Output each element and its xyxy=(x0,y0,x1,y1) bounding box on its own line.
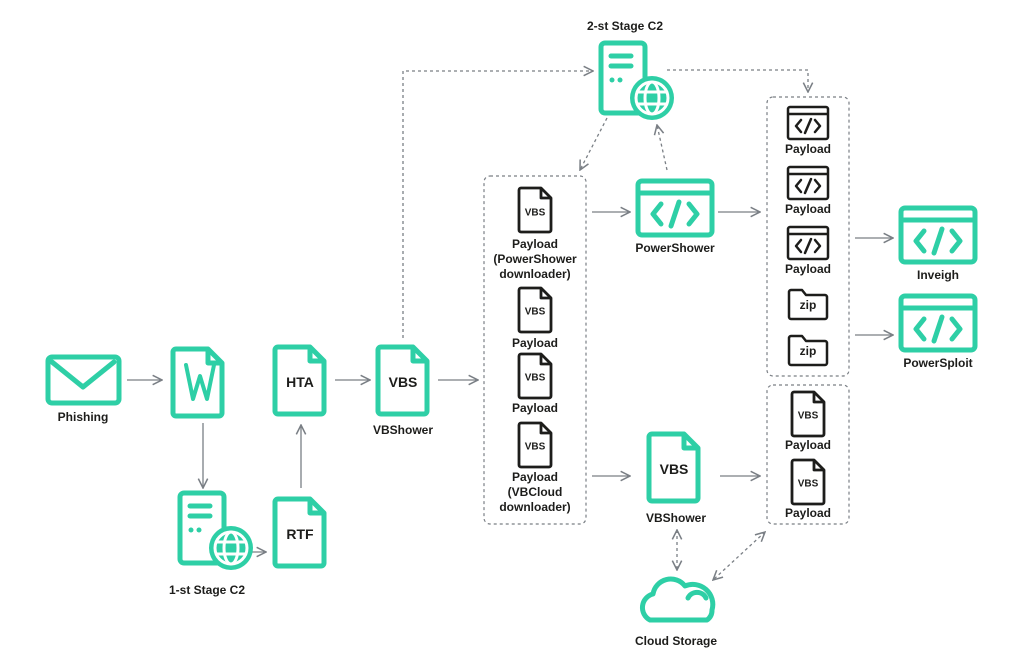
payload-line: Payload xyxy=(511,237,559,251)
vbs-file-label: VBS xyxy=(524,441,546,453)
vbs-file-label: VBS xyxy=(524,306,546,318)
cloud-icon-detail xyxy=(685,589,709,601)
vbshower-cloud-inner: VBS xyxy=(659,461,689,477)
dashed-cloud-payloads xyxy=(713,532,765,580)
dashed-vbs-to-c2 xyxy=(402,71,593,338)
payload-label: Payload xyxy=(784,142,832,156)
dashed-c2-to-payloads xyxy=(667,69,808,92)
payload-line: Payload xyxy=(511,470,559,484)
dashed-c2-to-vbs-group xyxy=(580,117,608,170)
vbs-file-label: VBS xyxy=(797,410,819,422)
payload-line: downloader) xyxy=(499,500,571,514)
code-payload-icon xyxy=(786,105,830,141)
payload-line: downloader) xyxy=(499,267,571,281)
zip-label: zip xyxy=(799,344,817,358)
payload-label: Payload xyxy=(511,401,559,415)
vbs-file-label: VBS xyxy=(524,372,546,384)
powersploit-code-window-icon xyxy=(901,296,975,350)
powersploit-label: PowerSploit xyxy=(903,356,973,370)
zip-label: zip xyxy=(799,298,817,312)
c2-first-label: 1-st Stage C2 xyxy=(168,583,246,597)
server-globe-icon xyxy=(601,43,674,120)
vbs-file-label: VBS xyxy=(524,207,546,219)
powershower-code-window-icon xyxy=(638,181,712,235)
dashed-powershower-to-c2 xyxy=(657,125,668,171)
payload-label: Payload xyxy=(784,202,832,216)
payload-label: Payload xyxy=(511,336,559,350)
payload-line: (VBCloud xyxy=(507,485,563,499)
c2-second-label: 2-st Stage C2 xyxy=(586,19,664,33)
phishing-label: Phishing xyxy=(57,410,109,424)
inveigh-label: Inveigh xyxy=(916,268,960,282)
payload-label: Payload (VBCloud downloader) xyxy=(499,470,570,515)
rtf-label: RTF xyxy=(286,526,314,542)
word-w-glyph xyxy=(184,363,216,401)
dashed-arrows xyxy=(402,69,808,580)
vbs-inner-label: VBS xyxy=(388,374,418,390)
vbshower-cloud-label: VBShower xyxy=(645,511,707,525)
payload-label: Payload xyxy=(784,506,832,520)
powershower-label: PowerShower xyxy=(635,241,715,255)
payload-label: Payload xyxy=(784,438,832,452)
server-globe-icon xyxy=(180,493,253,570)
cloud-storage-label: Cloud Storage xyxy=(634,634,718,648)
cloud-icon xyxy=(639,576,716,623)
hta-label: HTA xyxy=(286,374,314,390)
envelope-icon xyxy=(45,354,122,406)
code-payload-icon xyxy=(786,225,830,261)
payload-line: (PowerShower xyxy=(493,252,577,266)
diagram-canvas xyxy=(45,0,1024,623)
payload-label: Payload (PowerShower downloader) xyxy=(493,237,576,282)
code-payload-icon xyxy=(786,165,830,201)
vbs-file-label: VBS xyxy=(797,478,819,490)
vbshower-label: VBShower xyxy=(372,423,434,437)
payload-label: Payload xyxy=(784,262,832,276)
inveigh-code-window-icon xyxy=(901,208,975,262)
